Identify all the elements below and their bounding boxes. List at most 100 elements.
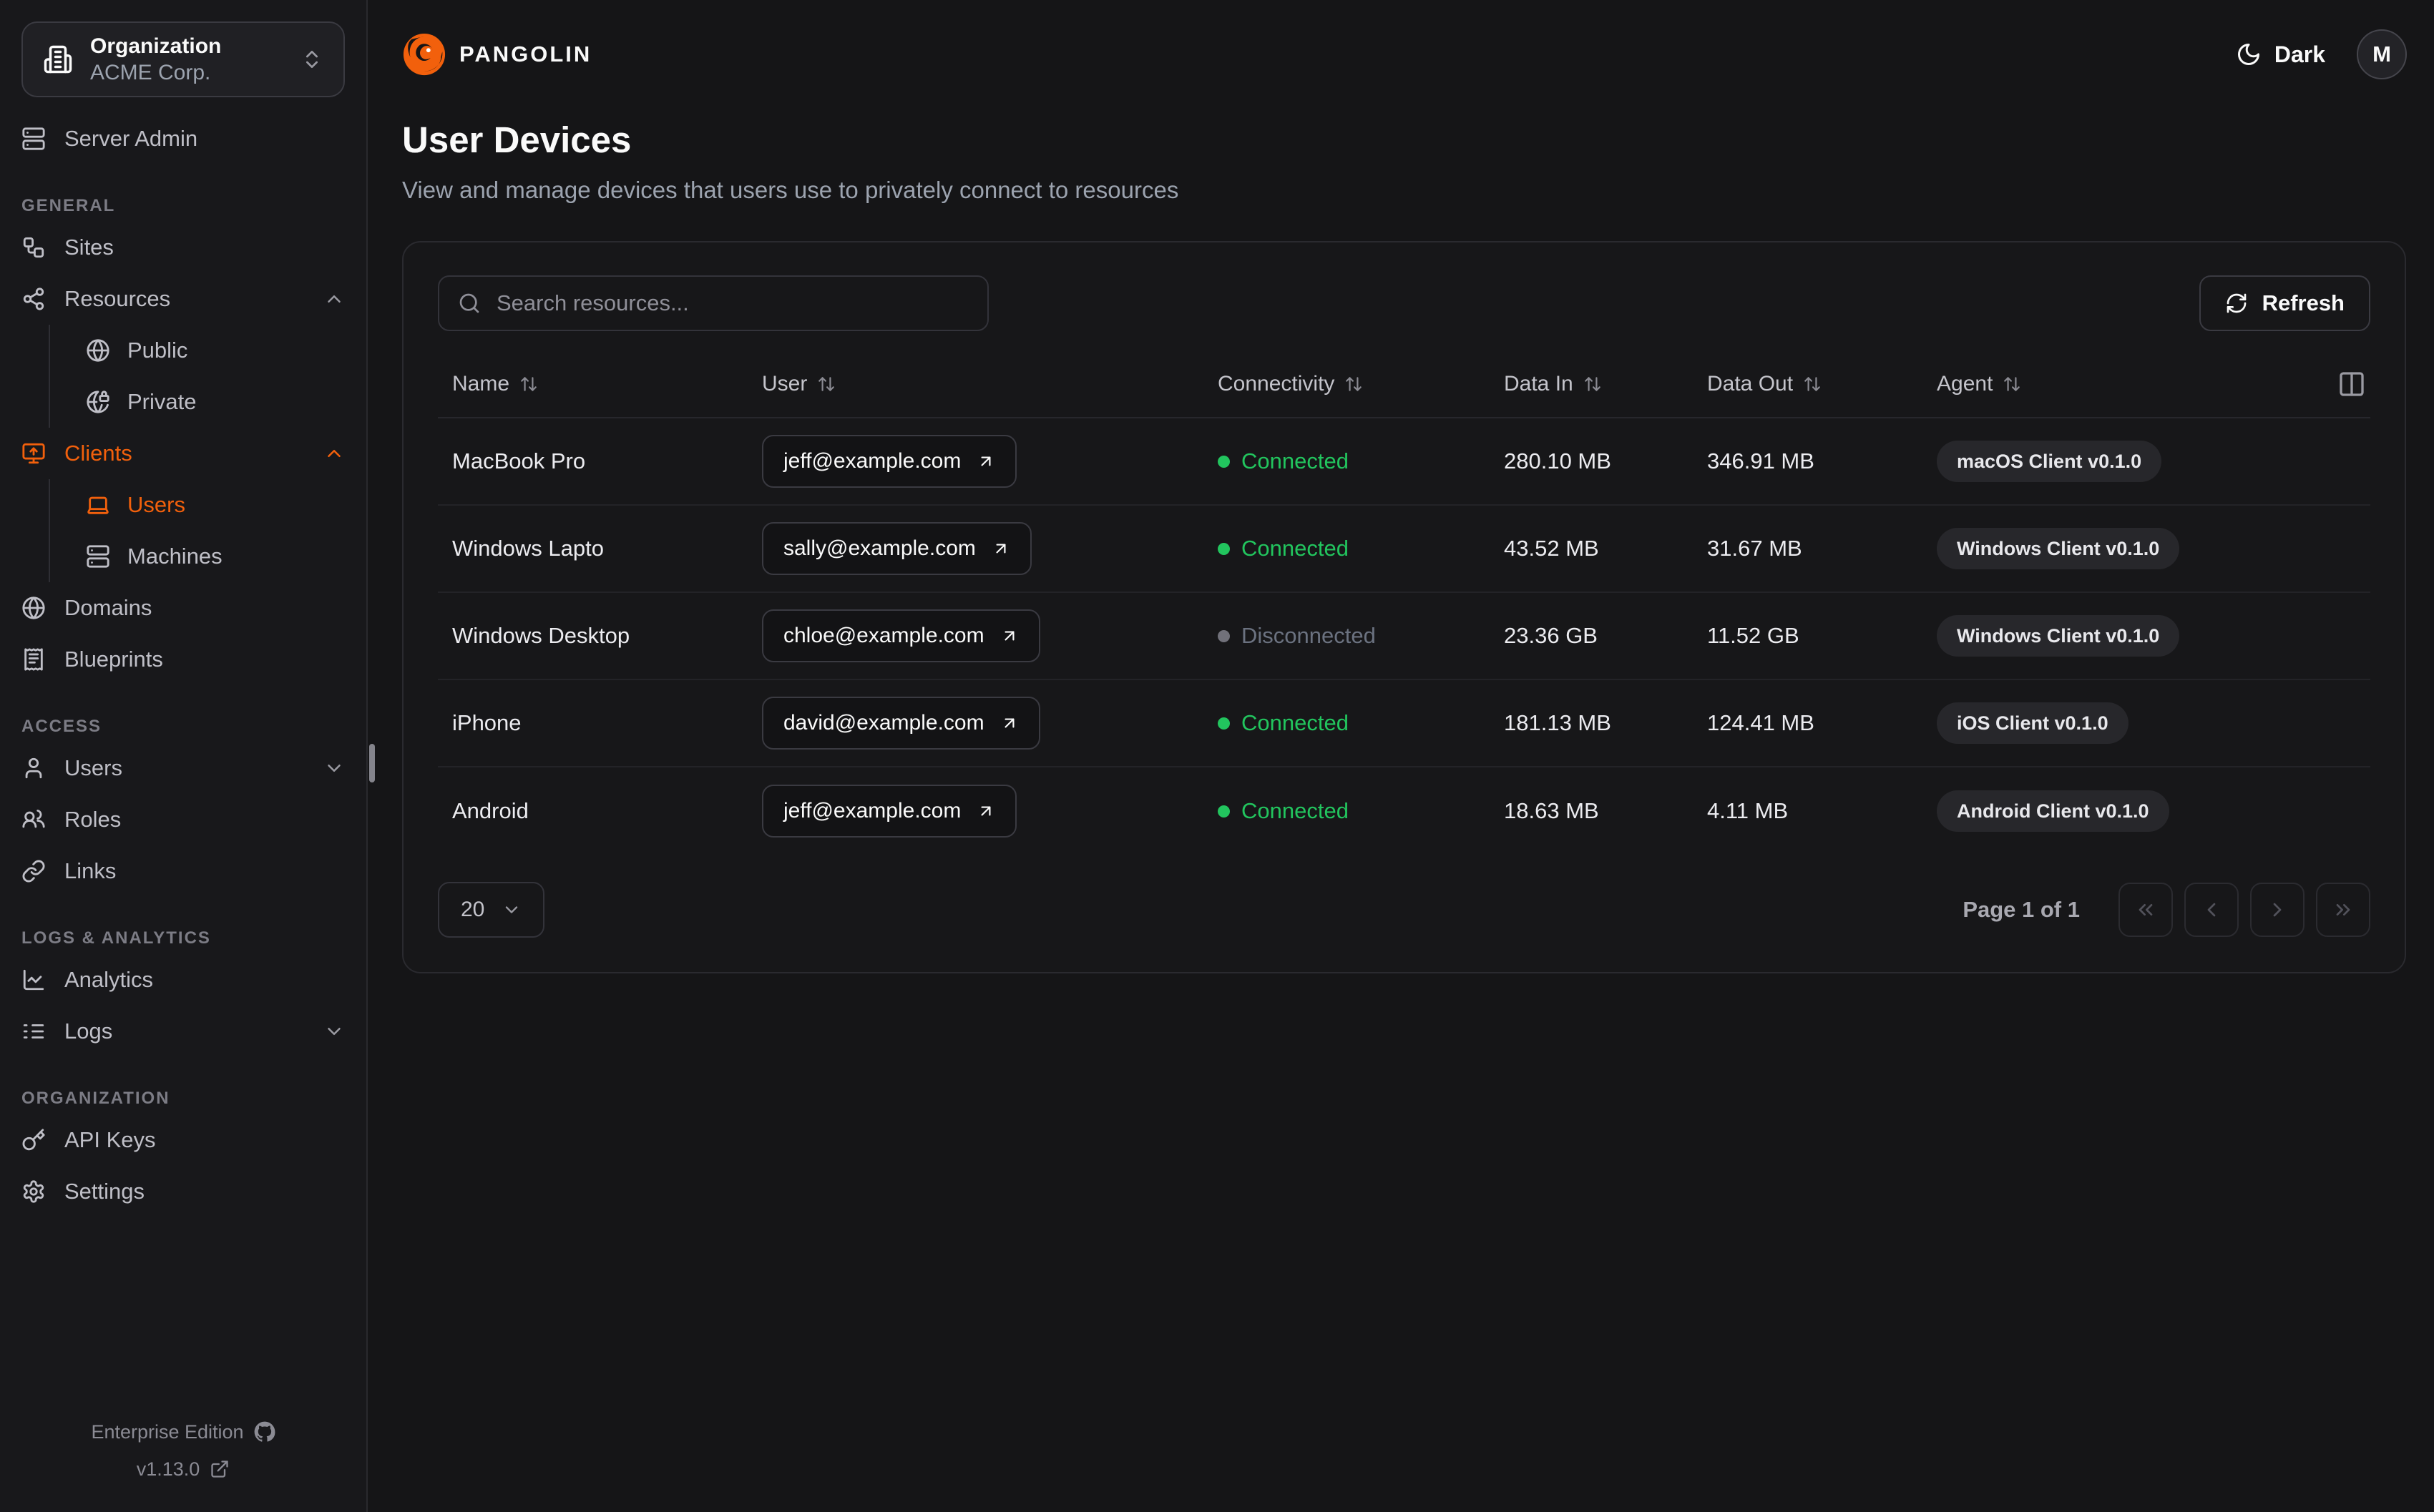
agent-cell: iOS Client v0.1.0 bbox=[1922, 702, 2370, 744]
next-page-button[interactable] bbox=[2250, 883, 2305, 937]
sidebar-item-label: Users bbox=[127, 492, 185, 517]
main-content: PANGOLIN Dark M User Devices View and ma… bbox=[368, 0, 2434, 1512]
globe-icon bbox=[86, 338, 110, 363]
sidebar-item-private[interactable]: Private bbox=[86, 376, 345, 428]
key-icon bbox=[21, 1128, 46, 1152]
sort-icon[interactable] bbox=[2003, 375, 2021, 393]
column-header-agent[interactable]: Agent bbox=[1922, 370, 2370, 398]
sidebar-item-sites[interactable]: Sites bbox=[21, 222, 345, 273]
sidebar-item-logs[interactable]: Logs bbox=[21, 1006, 345, 1057]
server-icon bbox=[86, 544, 110, 569]
section-label-organization: ORGANIZATION bbox=[21, 1089, 170, 1108]
arrow-up-right-icon bbox=[977, 452, 995, 471]
brand[interactable]: PANGOLIN bbox=[402, 32, 592, 77]
sidebar-item-server-admin[interactable]: Server Admin bbox=[21, 113, 345, 165]
pager-right: Page 1 of 1 bbox=[1963, 883, 2370, 937]
user-email: chloe@example.com bbox=[783, 624, 984, 647]
sidebar-item-public[interactable]: Public bbox=[86, 325, 345, 376]
connectivity-cell: Connected bbox=[1203, 798, 1490, 824]
status-badge: Disconnected bbox=[1218, 623, 1376, 649]
user-link-button[interactable]: david@example.com bbox=[762, 697, 1040, 750]
sidebar-item-clients-users[interactable]: Users bbox=[86, 479, 345, 531]
sort-icon[interactable] bbox=[1583, 375, 1602, 393]
org-switcher[interactable]: Organization ACME Corp. bbox=[21, 21, 345, 97]
columns-toggle-icon[interactable] bbox=[2337, 370, 2370, 398]
sidebar-item-label: Users bbox=[64, 755, 122, 780]
sidebar-item-blueprints[interactable]: Blueprints bbox=[21, 634, 345, 685]
column-header-connectivity[interactable]: Connectivity bbox=[1203, 372, 1490, 396]
status-badge: Connected bbox=[1218, 710, 1349, 736]
user-link-button[interactable]: jeff@example.com bbox=[762, 435, 1017, 488]
sort-icon[interactable] bbox=[817, 375, 836, 393]
prev-page-button[interactable] bbox=[2184, 883, 2239, 937]
moon-icon bbox=[2236, 41, 2262, 67]
scrollbar-thumb[interactable] bbox=[369, 744, 375, 782]
column-header-name[interactable]: Name bbox=[438, 372, 748, 396]
first-page-button[interactable] bbox=[2118, 883, 2173, 937]
device-name: MacBook Pro bbox=[452, 448, 586, 473]
chevron-left-icon bbox=[2200, 898, 2223, 921]
user-link-button[interactable]: sally@example.com bbox=[762, 522, 1032, 575]
sidebar-item-users[interactable]: Users bbox=[21, 742, 345, 794]
sidebar-footer: Enterprise Edition v1.13.0 bbox=[21, 1413, 345, 1512]
receipt-icon bbox=[21, 647, 46, 672]
external-link-icon bbox=[210, 1459, 230, 1479]
sidebar-item-machines[interactable]: Machines bbox=[86, 531, 345, 582]
user-link-button[interactable]: chloe@example.com bbox=[762, 609, 1040, 662]
globe-lock-icon bbox=[86, 390, 110, 414]
sidebar-item-label: Public bbox=[127, 338, 188, 363]
chevron-up-icon bbox=[323, 288, 345, 310]
data-out-cell: 11.52 GB bbox=[1707, 623, 1799, 648]
edition-link[interactable]: Enterprise Edition bbox=[21, 1413, 345, 1450]
refresh-button[interactable]: Refresh bbox=[2199, 275, 2370, 331]
chevron-down-icon bbox=[502, 900, 522, 920]
sidebar-item-label: Links bbox=[64, 858, 117, 883]
user-link-button[interactable]: jeff@example.com bbox=[762, 785, 1017, 838]
section-label-logs-analytics: LOGS & ANALYTICS bbox=[21, 928, 211, 948]
chevron-right-icon bbox=[2266, 898, 2289, 921]
sidebar-item-label: Clients bbox=[64, 441, 132, 466]
column-label: Name bbox=[452, 372, 510, 396]
sidebar-item-domains[interactable]: Domains bbox=[21, 582, 345, 634]
app-root: Organization ACME Corp. Server Admin GEN… bbox=[0, 0, 2434, 1512]
arrow-up-right-icon bbox=[977, 802, 995, 820]
sidebar-item-label: Machines bbox=[127, 544, 223, 569]
version-link[interactable]: v1.13.0 bbox=[21, 1450, 345, 1488]
avatar[interactable]: M bbox=[2357, 29, 2407, 79]
status-label: Connected bbox=[1241, 448, 1349, 473]
sidebar-item-settings[interactable]: Settings bbox=[21, 1166, 345, 1217]
page-size-select[interactable]: 20 bbox=[438, 882, 545, 938]
last-page-button[interactable] bbox=[2316, 883, 2370, 937]
sort-icon[interactable] bbox=[1344, 375, 1363, 393]
resources-icon bbox=[21, 287, 46, 311]
theme-toggle[interactable]: Dark bbox=[2236, 41, 2325, 68]
data-in-cell: 18.63 MB bbox=[1504, 798, 1599, 823]
org-switcher-value: ACME Corp. bbox=[90, 61, 211, 84]
agent-cell: Android Client v0.1.0 bbox=[1922, 790, 2370, 832]
sort-icon[interactable] bbox=[519, 375, 538, 393]
sidebar-item-label: Resources bbox=[64, 286, 171, 311]
sidebar-item-links[interactable]: Links bbox=[21, 845, 345, 897]
chevron-down-icon bbox=[323, 1021, 345, 1042]
connectivity-cell: Connected bbox=[1203, 448, 1490, 474]
status-label: Connected bbox=[1241, 536, 1349, 561]
table-row: Windows Desktop chloe@example.com Discon… bbox=[438, 593, 2370, 680]
device-name: Windows Desktop bbox=[452, 623, 630, 648]
sidebar-item-api-keys[interactable]: API Keys bbox=[21, 1114, 345, 1166]
search-input[interactable] bbox=[497, 290, 969, 316]
sidebar-item-resources[interactable]: Resources bbox=[21, 273, 345, 325]
agent-badge: iOS Client v0.1.0 bbox=[1937, 702, 2128, 744]
pangolin-logo bbox=[402, 32, 446, 77]
column-header-user[interactable]: User bbox=[748, 372, 1203, 396]
column-header-data-out[interactable]: Data Out bbox=[1693, 372, 1922, 396]
column-header-data-in[interactable]: Data In bbox=[1490, 372, 1693, 396]
theme-label: Dark bbox=[2274, 41, 2325, 67]
sidebar-item-clients[interactable]: Clients bbox=[21, 428, 345, 479]
users-icon bbox=[21, 807, 46, 832]
chevrons-up-down-icon bbox=[300, 48, 323, 71]
sort-icon[interactable] bbox=[1803, 375, 1822, 393]
page-size-value: 20 bbox=[461, 898, 485, 921]
sidebar-item-roles[interactable]: Roles bbox=[21, 794, 345, 845]
sidebar-item-analytics[interactable]: Analytics bbox=[21, 954, 345, 1006]
column-label: User bbox=[762, 372, 808, 396]
